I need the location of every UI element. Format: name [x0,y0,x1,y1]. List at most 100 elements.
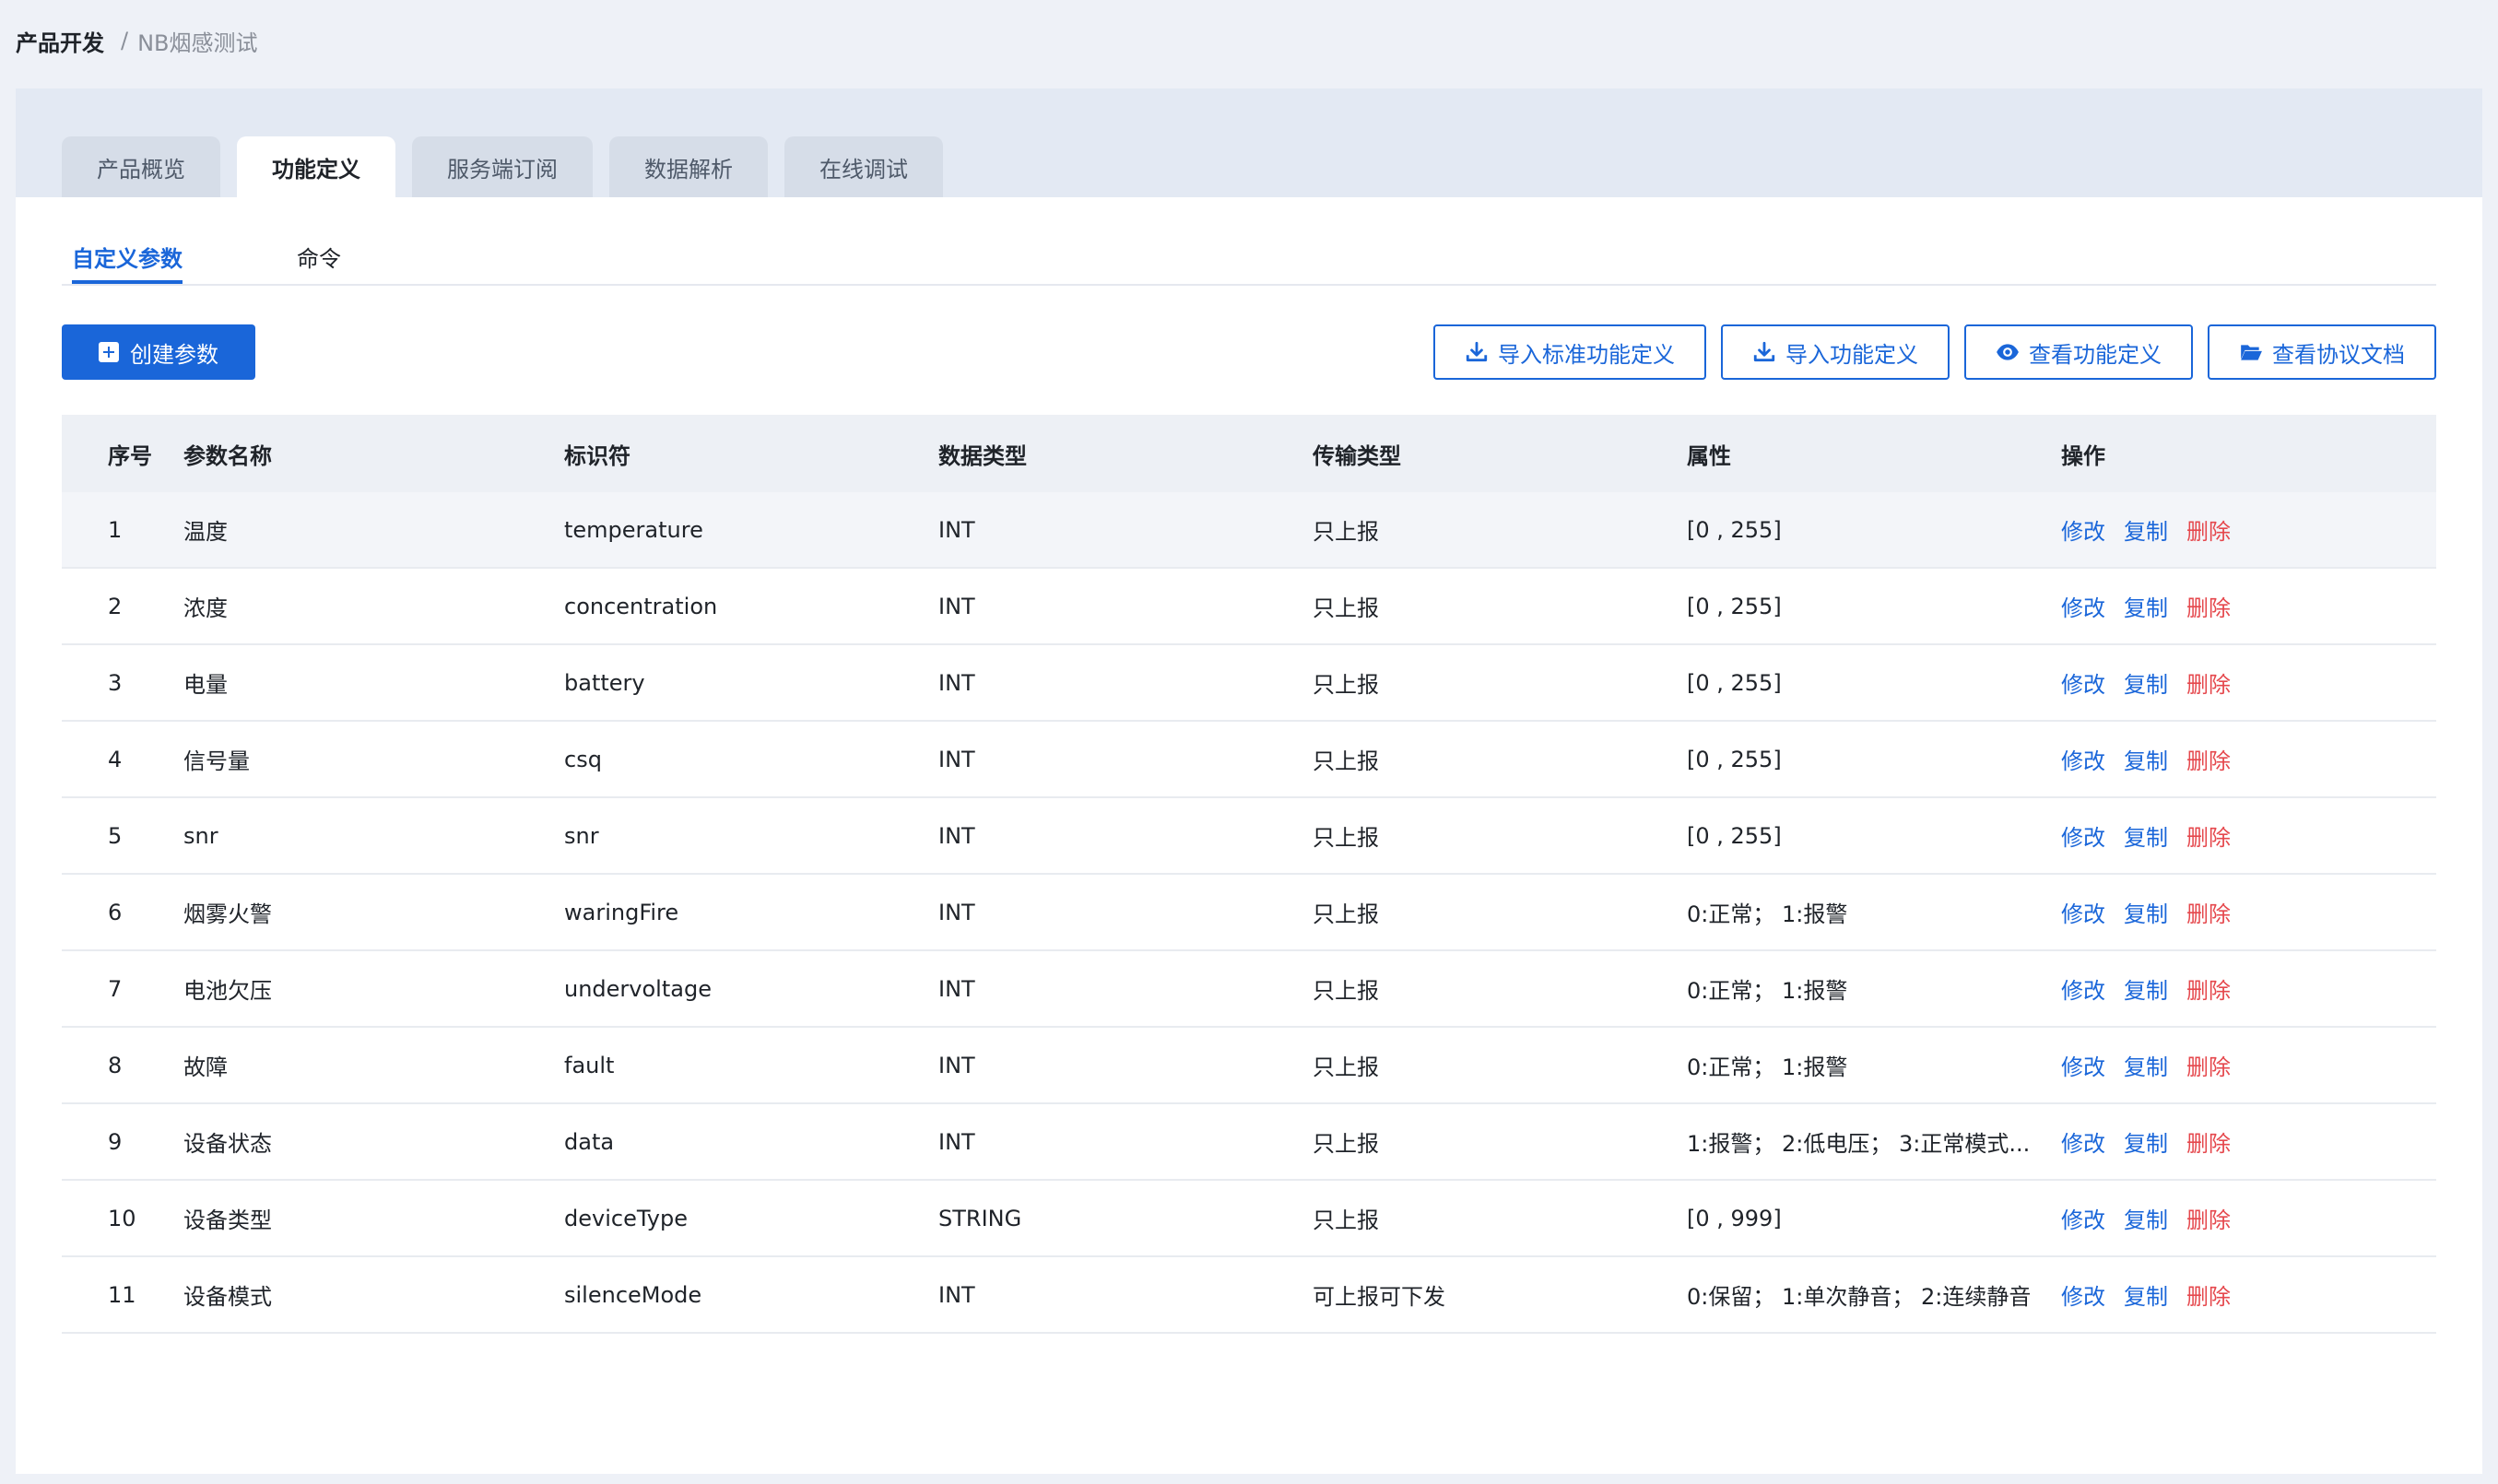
copy-link[interactable]: 复制 [2124,666,2168,699]
row-actions: 修改 复制 删除 [2061,819,2436,852]
copy-link[interactable]: 复制 [2124,1125,2168,1158]
delete-link[interactable]: 删除 [2186,1049,2231,1081]
row-transfer-type: 只上报 [1313,978,1379,1004]
row-identifier: undervoltage [564,975,712,1002]
copy-link[interactable]: 复制 [2124,743,2168,775]
delete-link[interactable]: 删除 [2186,1278,2231,1311]
create-param-button[interactable]: 创建参数 [62,324,255,380]
row-transfer-type: 只上报 [1313,748,1379,774]
row-index: 11 [108,1281,136,1308]
edit-link[interactable]: 修改 [2061,1125,2105,1158]
edit-link[interactable]: 修改 [2061,513,2105,546]
copy-link[interactable]: 复制 [2124,896,2168,928]
row-transfer-type: 只上报 [1313,519,1379,545]
view-definition-button[interactable]: 查看功能定义 [1964,324,2193,380]
row-transfer-type: 可上报可下发 [1313,1284,1445,1310]
row-attributes: [0 , 255] [1687,593,1782,619]
main-panel: 产品概览 功能定义 服务端订阅 数据解析 在线调试 自定义参数 命令 创建参数 … [16,88,2482,1474]
breadcrumb-separator: / [121,28,129,53]
delete-link[interactable]: 删除 [2186,590,2231,622]
plus-icon [99,342,119,362]
delete-link[interactable]: 删除 [2186,743,2231,775]
row-data-type: INT [938,975,975,1002]
breadcrumb-parent[interactable]: 产品开发 [16,25,104,57]
row-name: snr [183,822,218,849]
delete-link[interactable]: 删除 [2186,972,2231,1005]
row-name: 设备类型 [183,1207,272,1233]
import-definition-button[interactable]: 导入功能定义 [1721,324,1950,380]
copy-link[interactable]: 复制 [2124,1278,2168,1311]
view-protocol-doc-button[interactable]: 查看协议文档 [2208,324,2436,380]
download-icon [1466,341,1488,362]
row-transfer-type: 只上报 [1313,825,1379,851]
row-attributes: 0:正常； 1:报警 [1687,1054,1848,1080]
tab-data-parsing[interactable]: 数据解析 [609,136,768,197]
copy-link[interactable]: 复制 [2124,972,2168,1005]
row-transfer-type: 只上报 [1313,672,1379,698]
import-standard-definition-button[interactable]: 导入标准功能定义 [1433,324,1706,380]
row-data-type: STRING [938,1205,1022,1231]
row-attributes: 0:保留； 1:单次静音； 2:连续静音 [1687,1284,2032,1310]
table-row: 5 snr snr INT 只上报 [0 , 255] 修改 复制 删除 [62,798,2436,875]
delete-link[interactable]: 删除 [2186,666,2231,699]
row-identifier: concentration [564,593,718,619]
subtab-custom-params[interactable]: 自定义参数 [72,230,183,284]
edit-link[interactable]: 修改 [2061,666,2105,699]
row-identifier: snr [564,822,599,849]
table-row: 8 故障 fault INT 只上报 0:正常； 1:报警 修改 复制 删除 [62,1028,2436,1104]
param-table: 序号 参数名称 标识符 数据类型 传输类型 属性 操作 1 温度 temperatu… [62,415,2436,1334]
row-index: 3 [108,669,123,696]
table-row: 1 温度 temperature INT 只上报 [0 , 255] 修改 复制 删除 [62,492,2436,569]
delete-link[interactable]: 删除 [2186,1202,2231,1234]
row-attributes: [0 , 999] [1687,1205,1782,1231]
tab-function-definition[interactable]: 功能定义 [237,136,395,197]
row-data-type: INT [938,899,975,925]
delete-link[interactable]: 删除 [2186,896,2231,928]
row-actions: 修改 复制 删除 [2061,743,2436,775]
row-name: 信号量 [183,748,250,774]
breadcrumb-current: NB烟感测试 [137,29,258,56]
edit-link[interactable]: 修改 [2061,896,2105,928]
copy-link[interactable]: 复制 [2124,819,2168,852]
row-actions: 修改 复制 删除 [2061,666,2436,699]
row-actions: 修改 复制 删除 [2061,590,2436,622]
edit-link[interactable]: 修改 [2061,743,2105,775]
row-name: 电池欠压 [183,978,272,1004]
tab-server-subscription[interactable]: 服务端订阅 [412,136,593,197]
table-row: 3 电量 battery INT 只上报 [0 , 255] 修改 复制 删除 [62,645,2436,722]
delete-link[interactable]: 删除 [2186,819,2231,852]
copy-link[interactable]: 复制 [2124,1202,2168,1234]
row-transfer-type: 只上报 [1313,1207,1379,1233]
table-row: 7 电池欠压 undervoltage INT 只上报 0:正常； 1:报警 修改 复制 删除 [62,951,2436,1028]
import-definition-label: 导入功能定义 [1785,341,1918,368]
copy-link[interactable]: 复制 [2124,1049,2168,1081]
header-transfer-type: 传输类型 [1313,442,1401,469]
row-attributes: 0:正常； 1:报警 [1687,978,1848,1004]
edit-link[interactable]: 修改 [2061,590,2105,622]
row-index: 8 [108,1052,123,1078]
header-actions: 操作 [2061,442,2105,469]
delete-link[interactable]: 删除 [2186,1125,2231,1158]
tab-product-overview[interactable]: 产品概览 [62,136,220,197]
row-name: 电量 [183,672,228,698]
table-row: 6 烟雾火警 waringFire INT 只上报 0:正常； 1:报警 修改 复制 删除 [62,875,2436,951]
row-identifier: deviceType [564,1205,688,1231]
tab-online-debug[interactable]: 在线调试 [784,136,943,197]
edit-link[interactable]: 修改 [2061,1202,2105,1234]
row-identifier: waringFire [564,899,679,925]
subtab-commands[interactable]: 命令 [297,230,341,282]
copy-link[interactable]: 复制 [2124,590,2168,622]
copy-link[interactable]: 复制 [2124,513,2168,546]
row-data-type: INT [938,1281,975,1308]
delete-link[interactable]: 删除 [2186,513,2231,546]
row-actions: 修改 复制 删除 [2061,513,2436,546]
row-identifier: silenceMode [564,1281,702,1308]
edit-link[interactable]: 修改 [2061,1278,2105,1311]
row-transfer-type: 只上报 [1313,1131,1379,1157]
row-attributes: [0 , 255] [1687,822,1782,849]
edit-link[interactable]: 修改 [2061,972,2105,1005]
edit-link[interactable]: 修改 [2061,1049,2105,1081]
row-name: 烟雾火警 [183,901,272,927]
edit-link[interactable]: 修改 [2061,819,2105,852]
table-body: 1 温度 temperature INT 只上报 [0 , 255] 修改 复制 删除 2 浓度 co… [62,492,2436,1334]
